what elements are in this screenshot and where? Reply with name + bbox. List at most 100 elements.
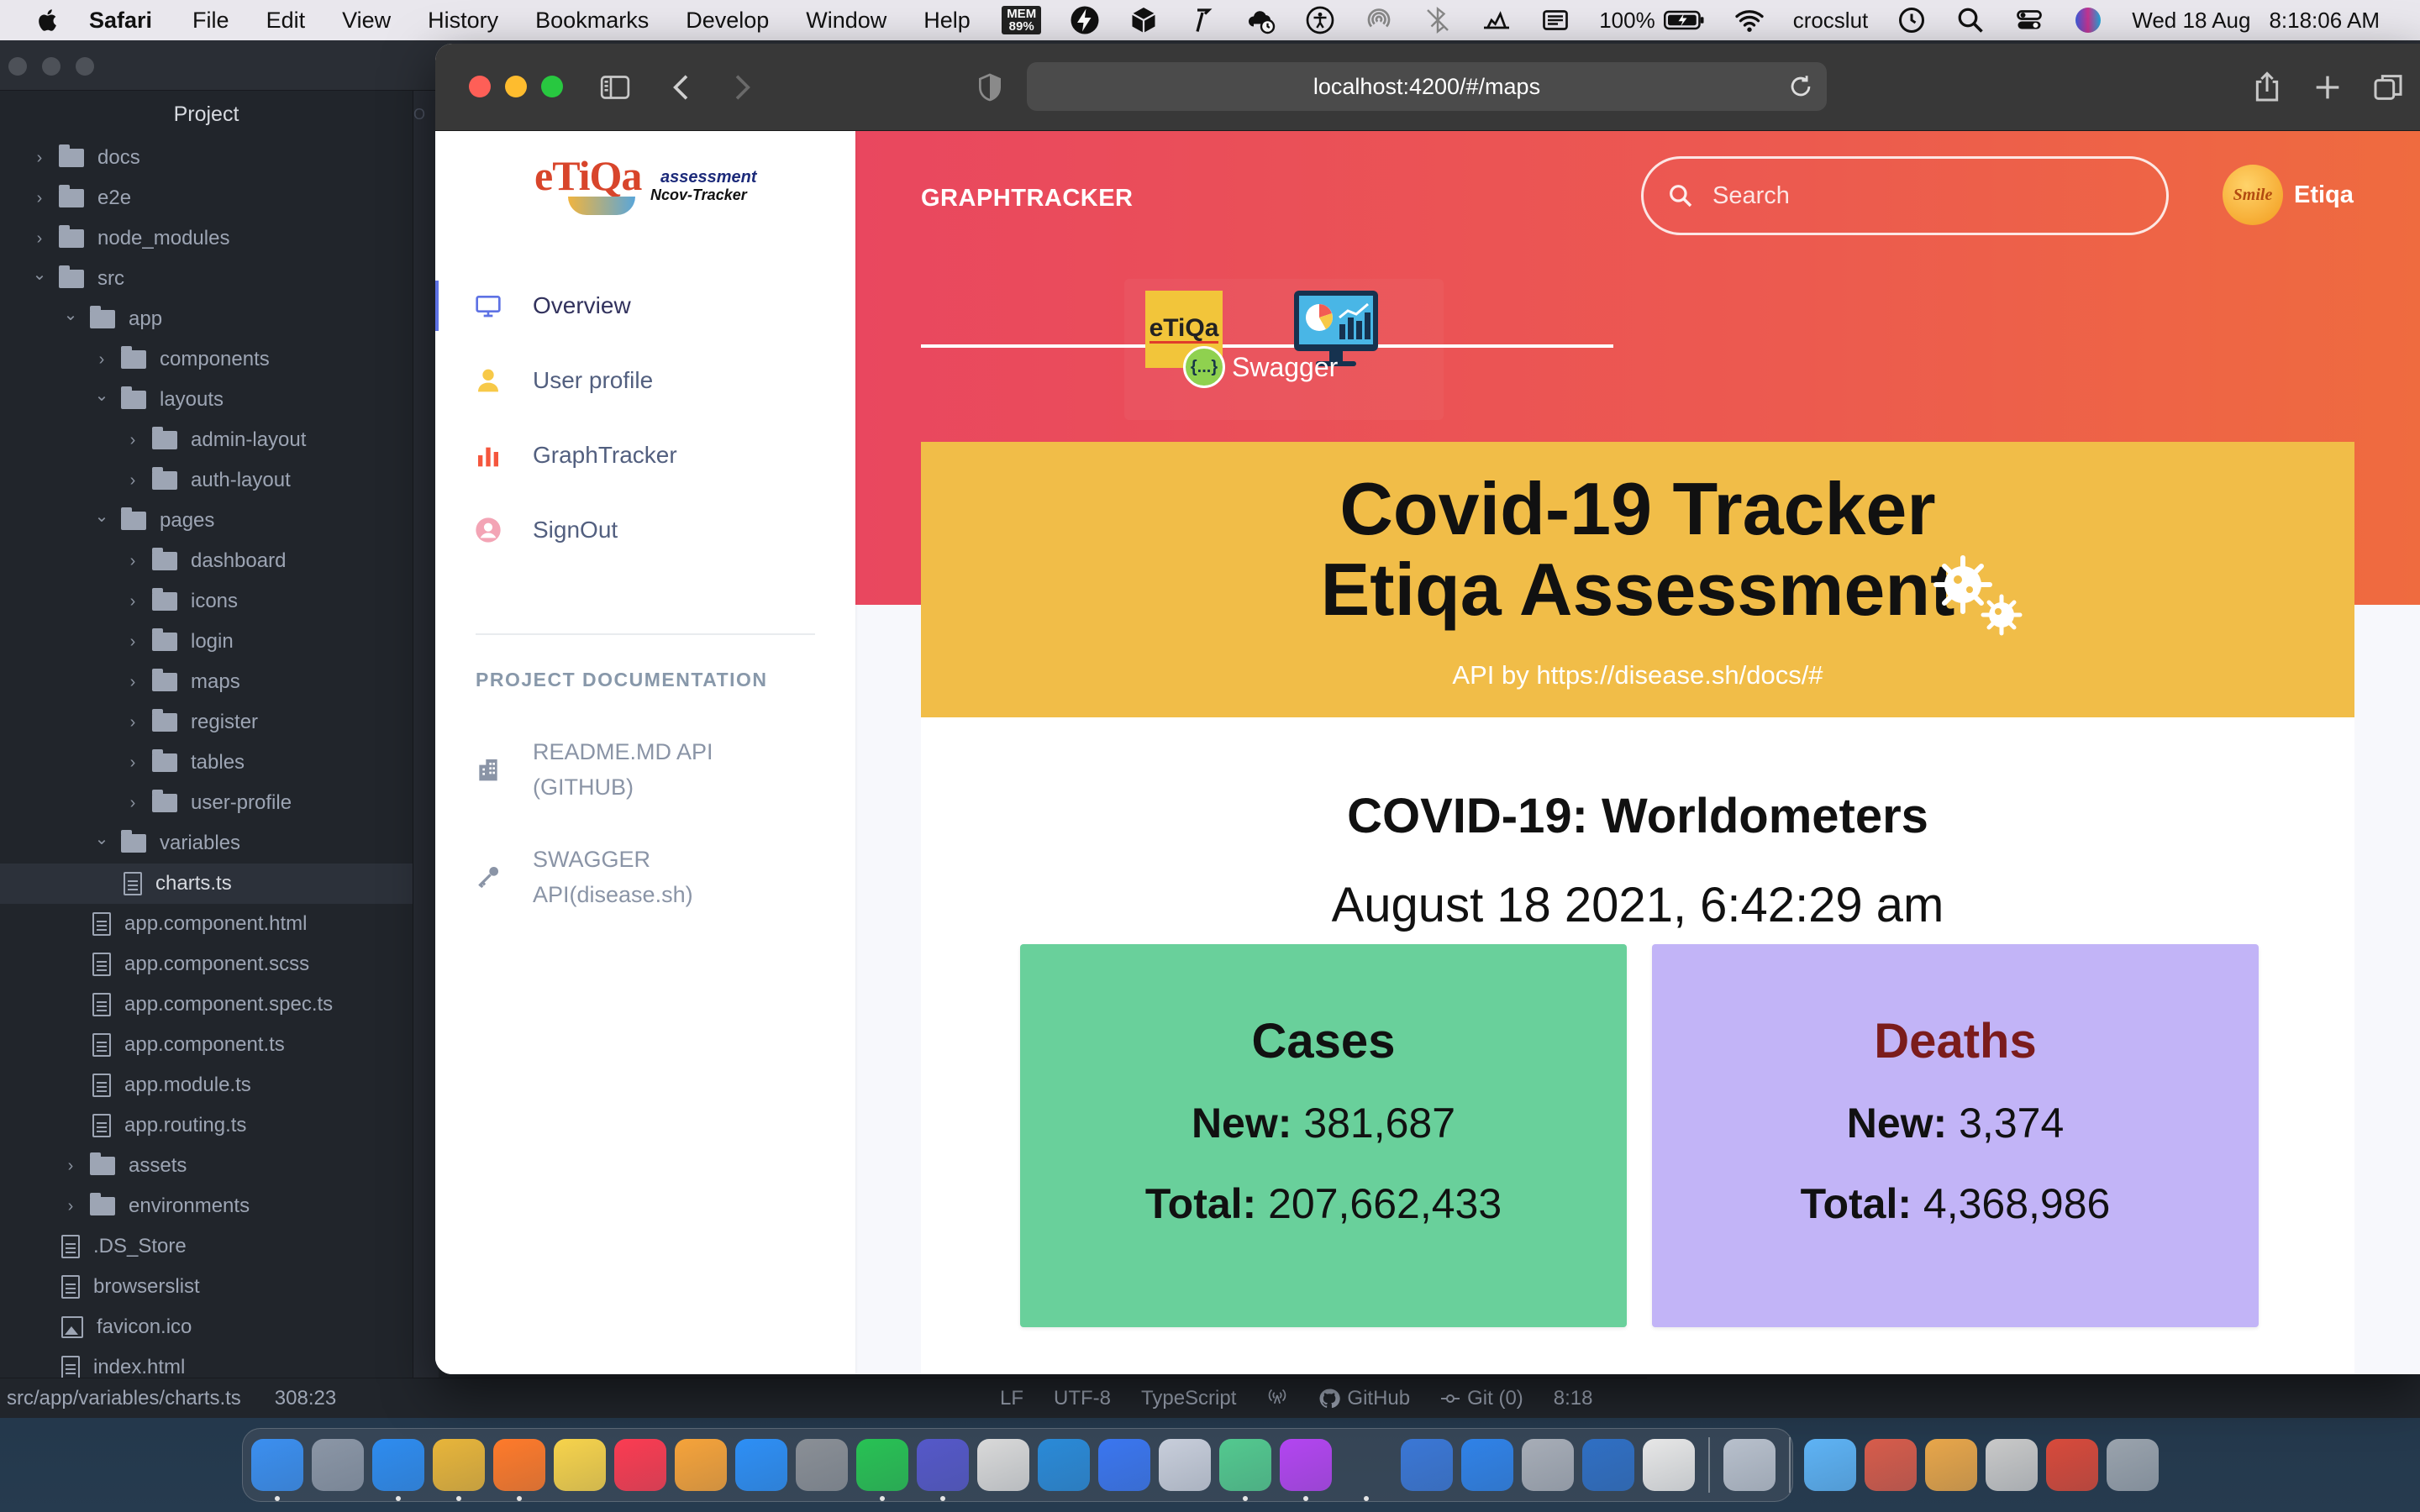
chevron-right-icon[interactable]: › [92,350,111,370]
chevron-down-icon[interactable]: ⌄ [92,385,111,406]
privacy-shield-icon[interactable] [971,69,1008,106]
avatar[interactable]: Smile [2223,165,2283,225]
chevron-right-icon[interactable]: › [61,1157,80,1176]
menu-help[interactable]: Help [923,8,971,34]
dock-downloads-folder-icon[interactable] [1804,1439,1856,1491]
dock-signal-icon[interactable] [1098,1439,1150,1491]
accessibility-icon[interactable] [1305,0,1335,40]
dock-stack-3-icon[interactable] [1986,1439,2038,1491]
chevron-down-icon[interactable]: ⌄ [61,304,80,325]
tree-folder[interactable]: ⌄ layouts [0,380,413,420]
chevron-down-icon[interactable]: ⌄ [30,264,49,285]
menu-history[interactable]: History [428,8,498,34]
airdrop-icon[interactable] [1364,0,1394,40]
dock-stack-2-icon[interactable] [1925,1439,1977,1491]
dock-simulator-icon[interactable] [1461,1439,1513,1491]
nav-graphtracker[interactable]: GraphTracker [435,422,855,489]
tree-file[interactable]: ›favicon.ico [0,1307,413,1347]
dock-notes-icon[interactable] [554,1439,606,1491]
dock-tableplus-icon[interactable] [977,1439,1029,1491]
dock-xcode-icon[interactable] [1401,1439,1453,1491]
tree-folder[interactable]: › login [0,622,413,662]
menu-window[interactable]: Window [806,8,886,34]
broadcast-icon[interactable] [1266,1384,1288,1412]
menu-develop[interactable]: Develop [686,8,769,34]
chevron-down-icon[interactable]: ⌄ [92,506,111,527]
tree-file[interactable]: ›app.routing.ts [0,1105,413,1146]
activity-icon[interactable] [1481,0,1512,40]
tree-folder[interactable]: › environments [0,1186,413,1226]
dock-trash-icon[interactable] [2107,1439,2159,1491]
address-bar[interactable]: localhost:4200/#/maps [1027,62,1827,111]
dock-safari-icon[interactable] [372,1439,424,1501]
reload-icon[interactable] [1786,72,1815,101]
nav-user-profile[interactable]: User profile [435,347,855,414]
dock-image-capture-icon[interactable] [1723,1439,1776,1491]
menu-view[interactable]: View [342,8,391,34]
tree-folder[interactable]: › e2e [0,178,413,218]
minimize-window-button[interactable] [505,76,527,97]
chevron-right-icon[interactable]: › [124,471,142,491]
dock-launchpad-icon[interactable] [312,1439,364,1491]
spotlight-search-icon[interactable] [1955,0,1986,40]
tree-folder[interactable]: › dashboard [0,541,413,581]
new-tab-icon[interactable] [2309,69,2346,106]
dock-system-preferences-icon[interactable] [796,1439,848,1491]
chevron-right-icon[interactable]: › [30,229,49,249]
chevron-down-icon[interactable]: ⌄ [92,828,111,849]
project-tree-title[interactable]: Project [0,91,413,138]
tree-folder[interactable]: › user-profile [0,783,413,823]
tree-folder[interactable]: › components [0,339,413,380]
tab-overview-icon[interactable] [2370,69,2407,106]
dock-stack-1-icon[interactable] [1865,1439,1917,1491]
search-box[interactable]: Search [1641,156,2169,235]
chevron-right-icon[interactable]: › [124,431,142,450]
tree-file[interactable]: ›app.component.html [0,904,413,944]
tree-folder[interactable]: › tables [0,743,413,783]
chevron-right-icon[interactable]: › [124,673,142,692]
tree-file[interactable]: ›app.module.ts [0,1065,413,1105]
etiqa-ncov-tracker-logo[interactable]: eTiQa assessment Ncov-Tracker [534,151,757,227]
chevron-right-icon[interactable]: › [124,713,142,732]
chevron-right-icon[interactable]: › [61,1197,80,1216]
chevron-right-icon[interactable]: › [124,552,142,571]
dock-atom-icon[interactable] [1219,1439,1271,1501]
tree-file[interactable]: ›app.component.ts [0,1025,413,1065]
sidebar-toggle-icon[interactable] [597,69,634,106]
tree-file[interactable]: ›browserslist [0,1267,413,1307]
tree-folder[interactable]: ⌄ app [0,299,413,339]
dock-vscode-icon[interactable] [1038,1439,1090,1491]
tree-folder[interactable]: › icons [0,581,413,622]
status-cursor-position[interactable]: 308:23 [275,1387,336,1410]
menu-file[interactable]: File [192,8,229,34]
dock-teams-icon[interactable] [917,1439,969,1501]
dock-firefox-icon[interactable] [493,1439,545,1501]
chevron-right-icon[interactable]: › [30,189,49,208]
battery-icon[interactable] [1663,0,1706,40]
zoom-window-button[interactable] [541,76,563,97]
nav-signout[interactable]: SignOut [435,496,855,564]
cube-icon[interactable] [1128,0,1159,40]
status-git[interactable]: Git (0) [1440,1387,1523,1410]
menu-bookmarks[interactable]: Bookmarks [535,8,649,34]
istat-icon[interactable] [1540,0,1570,40]
close-window-button[interactable] [469,76,491,97]
tree-folder[interactable]: › node_modules [0,218,413,259]
doc-link-swagger[interactable]: SWAGGER API(disease.sh) [435,842,855,912]
active-app-name[interactable]: Safari [89,8,152,34]
navbar-brand[interactable]: GRAPHTRACKER [921,185,1134,213]
dock-outlook-mobile-icon[interactable] [1582,1439,1634,1491]
back-icon[interactable] [664,69,701,106]
username-label[interactable]: crocslut [1793,0,1869,40]
dock-bbedit-icon[interactable] [1159,1439,1211,1491]
memory-status[interactable]: MEM 89% [1002,0,1042,40]
tree-folder[interactable]: › maps [0,662,413,702]
date-label[interactable]: Wed 18 Aug [2132,0,2250,40]
status-line-ending[interactable]: LF [1000,1387,1023,1410]
dock-finder-icon[interactable] [251,1439,303,1501]
battery-percent[interactable]: 100% [1599,0,1655,40]
nav-overview[interactable]: Overview [435,272,855,339]
tree-file[interactable]: ›.DS_Store [0,1226,413,1267]
status-file-path[interactable]: src/app/variables/charts.ts [7,1387,241,1410]
bluetooth-off-icon[interactable] [1423,0,1453,40]
